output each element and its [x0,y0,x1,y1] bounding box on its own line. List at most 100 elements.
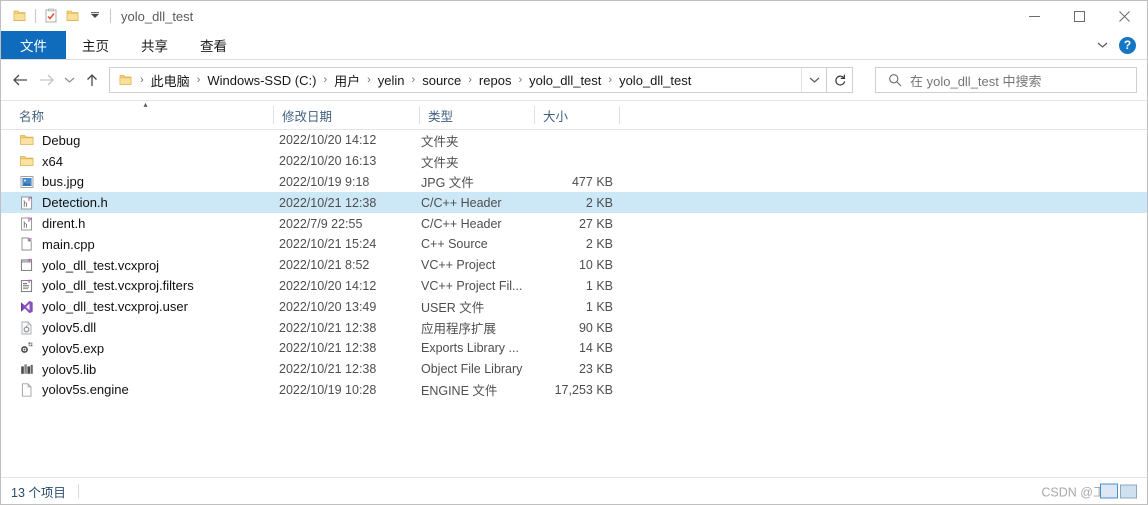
table-row[interactable]: yolov5.dll 2022/10/21 12:38 应用程序扩展 90 KB [1,317,1147,338]
breadcrumb-separator: › [608,74,613,86]
breadcrumb-separator: › [518,74,523,86]
file-date: 2022/10/21 8:52 [279,258,370,273]
table-row[interactable]: yolo_dll_test.vcxproj 2022/10/21 8:52 VC… [1,255,1147,276]
forward-button[interactable] [33,67,59,93]
column-header-size-label: 大小 [543,109,569,124]
up-button[interactable] [79,67,105,93]
table-row[interactable]: h dirent.h 2022/7/9 22:55 C/C++ Header 2… [1,213,1147,234]
back-button[interactable] [7,67,33,93]
breadcrumb-item-source[interactable]: source [419,71,464,90]
breadcrumb-separator: › [411,74,416,86]
maximize-button[interactable] [1057,1,1102,31]
file-name-cell: yolov5.dll [1,317,273,338]
cpp-source-file-icon [19,236,35,252]
file-name: yolov5.lib [42,361,97,377]
breadcrumb-item-yolo-dll-test[interactable]: yolo_dll_test [526,71,604,90]
column-divider-4[interactable] [619,106,620,124]
breadcrumb-dropdown-icon[interactable] [801,68,826,92]
table-row[interactable]: yolo_dll_test.vcxproj.user 2022/10/20 13… [1,296,1147,317]
address-bar: › 此电脑 › Windows-SSD (C:) › 用户 › yelin › … [1,60,1147,100]
file-name-cell: x64 [1,151,273,172]
folder-icon [19,132,35,148]
file-type: ENGINE 文件 [421,384,498,399]
image-file-icon [19,174,35,190]
file-name: yolo_dll_test.vcxproj [42,257,160,273]
file-size: 1 KB [585,278,613,293]
breadcrumb-separator: › [323,74,328,86]
vcxproj-file-icon [19,257,35,273]
file-date: 2022/10/20 14:12 [279,278,377,293]
file-type: C/C++ Header [421,216,502,231]
file-explorer-window: yolo_dll_test 文件 主页 共享 查看 ? › 此电脑 › Wind… [0,0,1148,505]
column-header-type[interactable]: 类型 [420,101,534,129]
folder-icon[interactable] [9,5,31,27]
tab-share[interactable]: 共享 [125,31,184,59]
table-row[interactable]: h Detection.h 2022/10/21 12:38 C/C++ Hea… [1,192,1147,214]
recent-locations-button[interactable] [59,67,79,93]
breadcrumb-bar[interactable]: › 此电脑 › Windows-SSD (C:) › 用户 › yelin › … [109,67,827,93]
close-button[interactable] [1102,1,1147,31]
file-name-cell: h dirent.h [1,213,273,234]
refresh-button[interactable] [827,67,853,93]
file-date: 2022/10/20 14:12 [279,133,377,148]
tab-file[interactable]: 文件 [1,31,66,59]
column-header-date[interactable]: 修改日期 [274,101,419,129]
dll-file-icon [19,320,35,336]
table-row[interactable]: Debug 2022/10/20 14:12 文件夹 [1,130,1147,151]
chevron-down-icon[interactable] [1091,34,1113,56]
watermark-badge-icon [1100,483,1118,499]
ribbon-tab-bar: 文件 主页 共享 查看 ? [1,31,1147,60]
customize-dropdown-icon[interactable] [84,5,106,27]
column-header-size[interactable]: 大小 [535,101,619,129]
breadcrumb-item-drive[interactable]: Windows-SSD (C:) [204,71,319,90]
table-row[interactable]: x64 2022/10/20 16:13 文件夹 [1,151,1147,172]
file-size [534,151,613,172]
tab-home[interactable]: 主页 [66,31,125,59]
column-header-name[interactable]: 名称 [11,101,273,129]
file-name-cell: yolov5s.engine [1,380,273,401]
table-row[interactable]: yolov5.exp 2022/10/21 12:38 Exports Libr… [1,338,1147,359]
file-name-cell: yolo_dll_test.vcxproj.user [1,296,273,317]
column-header-date-label: 修改日期 [282,109,333,124]
properties-icon[interactable] [40,5,62,27]
svg-text:h: h [23,199,27,208]
breadcrumb-separator: › [367,74,371,86]
status-separator [77,484,79,498]
file-name-cell: yolo_dll_test.vcxproj.filters [1,276,273,297]
vcxproj-filters-file-icon [19,278,35,294]
file-name-cell: h Detection.h [1,192,273,213]
table-row[interactable]: yolo_dll_test.vcxproj.filters 2022/10/20… [1,276,1147,297]
generic-file-icon [19,382,35,398]
breadcrumb-item-yelin[interactable]: yelin [375,71,408,90]
minimize-button[interactable] [1012,1,1057,31]
search-box[interactable]: 在 yolo_dll_test 中搜索 [875,67,1137,93]
search-input[interactable]: 在 yolo_dll_test 中搜索 [910,71,1042,90]
file-name: Debug [42,132,81,148]
file-size: 23 KB [578,362,613,377]
breadcrumb-separator: › [196,74,201,86]
table-row[interactable]: yolov5s.engine 2022/10/19 10:28 ENGINE 文… [1,380,1147,401]
breadcrumb-item-users[interactable]: 用户 [331,69,363,92]
quick-access-toolbar [1,5,115,27]
breadcrumb-item-repos[interactable]: repos [476,71,515,90]
new-folder-icon[interactable] [62,5,84,27]
file-date: 2022/10/21 12:38 [279,341,377,356]
file-name-cell: main.cpp [1,234,273,255]
file-type: Exports Library ... [421,341,519,356]
breadcrumb-item-this-pc[interactable]: 此电脑 [148,69,193,92]
table-row[interactable]: main.cpp 2022/10/21 15:24 C++ Source 2 K… [1,234,1147,255]
file-type: USER 文件 [421,301,485,316]
table-row[interactable]: bus.jpg 2022/10/19 9:18 JPG 文件 477 KB [1,172,1147,193]
help-icon[interactable]: ? [1119,36,1136,54]
tab-view[interactable]: 查看 [184,31,243,59]
watermark: CSDN @工程 [1041,482,1137,501]
file-name: yolov5.dll [42,320,97,336]
file-name: yolo_dll_test.vcxproj.user [42,299,188,315]
breadcrumb-item-yolo-dll-test-inner[interactable]: yolo_dll_test [616,71,694,90]
file-date: 2022/10/21 12:38 [279,362,377,377]
file-name: bus.jpg [42,174,84,190]
column-header-row: ▴ 名称 修改日期 类型 大小 [1,101,1147,130]
file-name: Detection.h [42,195,108,211]
table-row[interactable]: yolov5.lib 2022/10/21 12:38 Object File … [1,359,1147,380]
file-name: main.cpp [42,236,95,252]
